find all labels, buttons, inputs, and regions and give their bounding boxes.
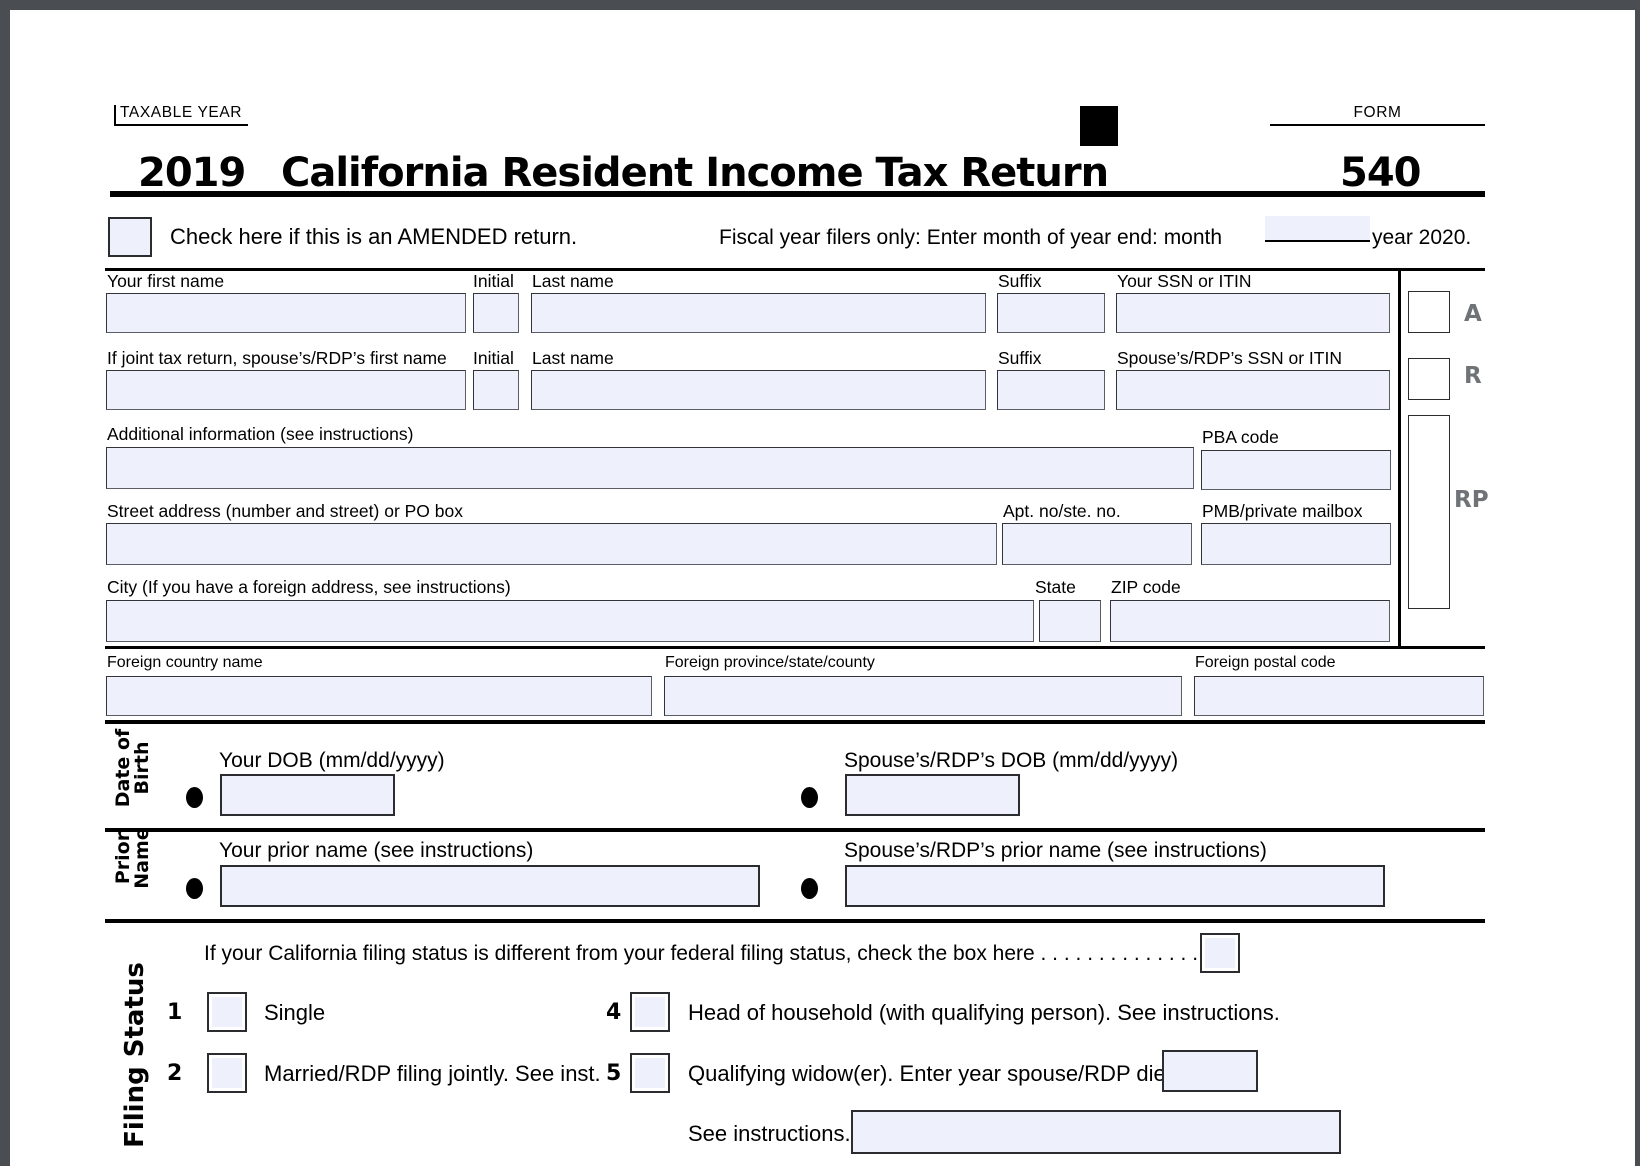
filing-status-extra-input[interactable] <box>851 1110 1341 1154</box>
fiscal-year-label: Fiscal year filers only: Enter month of … <box>719 226 1223 249</box>
your-prior-name-input[interactable] <box>220 865 760 907</box>
fiscal-month-rule <box>1265 240 1370 242</box>
your-initial-label: Initial <box>473 271 514 291</box>
filing-status-label-single: Single <box>264 1000 326 1025</box>
pmb-input[interactable] <box>1201 523 1391 565</box>
filing-status-label-married-jointly: Married/RDP filing jointly. See inst. <box>264 1061 601 1086</box>
qualifying-widow-year-input[interactable] <box>1162 1050 1258 1092</box>
filing-status-side-label: Filing Status <box>120 962 150 1148</box>
spouse-dob-bullet <box>801 787 818 808</box>
spouse-initial-label: Initial <box>473 348 514 368</box>
state-label: State <box>1035 577 1076 597</box>
spouse-suffix-input[interactable] <box>997 370 1105 410</box>
arp-rp-checkbox[interactable] <box>1408 415 1450 609</box>
zip-code-input[interactable] <box>1110 600 1390 642</box>
pmb-label: PMB/private mailbox <box>1202 501 1363 521</box>
spouse-dob-input[interactable] <box>845 774 1020 816</box>
foreign-province-label: Foreign province/state/county <box>665 654 875 671</box>
your-dob-label: Your DOB (mm/dd/yyyy) <box>219 749 445 772</box>
your-first-name-label: Your first name <box>107 271 225 291</box>
city-input[interactable] <box>106 600 1034 642</box>
dob-bottom-rule <box>105 828 1485 832</box>
your-suffix-input[interactable] <box>997 293 1105 333</box>
pba-code-input[interactable] <box>1201 450 1391 490</box>
filing-status-number-2: 2 <box>167 1061 183 1086</box>
state-input[interactable] <box>1039 600 1101 642</box>
filing-status-checkbox-head-of-household[interactable] <box>630 992 670 1032</box>
additional-information-label: Additional information (see instructions… <box>107 424 414 444</box>
foreign-country-label: Foreign country name <box>107 654 263 671</box>
filing-status-checkbox-qualifying-widow[interactable] <box>630 1053 670 1093</box>
prior-name-bottom-rule <box>105 919 1485 923</box>
your-last-name-label: Last name <box>532 271 614 291</box>
pba-code-label: PBA code <box>1202 427 1279 447</box>
your-initial-input[interactable] <box>473 293 519 333</box>
foreign-province-input[interactable] <box>664 676 1182 716</box>
your-ssn-label: Your SSN or ITIN <box>1117 271 1252 291</box>
amended-return-checkbox[interactable] <box>108 217 152 257</box>
arp-rp-letter: RP <box>1454 487 1489 513</box>
spouse-prior-name-bullet <box>801 878 818 899</box>
tax-year: 2019 <box>138 150 246 196</box>
form-label: FORM <box>1270 105 1485 126</box>
filing-status-label-head-of-household: Head of household (with qualifying perso… <box>688 1000 1280 1025</box>
spouse-first-name-label: If joint tax return, spouse’s/RDP’s firs… <box>107 348 447 368</box>
spouse-first-name-input[interactable] <box>106 370 466 410</box>
arp-column-divider <box>1398 268 1401 649</box>
spouse-last-name-label: Last name <box>532 348 614 368</box>
different-filing-status-label: If your California filing status is diff… <box>204 942 1199 965</box>
nameblock-bottom-rule <box>105 646 1485 649</box>
additional-information-input[interactable] <box>106 447 1194 489</box>
scanline-marker-block <box>1080 106 1118 146</box>
different-filing-status-checkbox[interactable] <box>1200 933 1240 973</box>
your-first-name-input[interactable] <box>106 293 466 333</box>
your-dob-bullet <box>186 787 203 808</box>
your-last-name-input[interactable] <box>531 293 986 333</box>
apt-number-label: Apt. no/ste. no. <box>1003 501 1121 521</box>
filing-status-checkbox-single[interactable] <box>207 992 247 1032</box>
spouse-ssn-label: Spouse’s/RDP’s SSN or ITIN <box>1117 348 1342 368</box>
your-dob-input[interactable] <box>220 774 395 816</box>
page-title: California Resident Income Tax Return <box>281 150 1109 196</box>
filing-status-checkbox-married-jointly[interactable] <box>207 1053 247 1093</box>
spouse-initial-input[interactable] <box>473 370 519 410</box>
city-label: City (If you have a foreign address, see… <box>107 577 511 597</box>
spouse-suffix-label: Suffix <box>998 348 1042 368</box>
foreign-country-input[interactable] <box>106 676 652 716</box>
zip-code-label: ZIP code <box>1111 577 1181 597</box>
spouse-dob-label: Spouse’s/RDP’s DOB (mm/dd/yyyy) <box>844 749 1179 772</box>
your-suffix-label: Suffix <box>998 271 1042 291</box>
date-of-birth-side-label: Date of Birth <box>112 728 154 808</box>
foreign-postal-label: Foreign postal code <box>1195 654 1336 671</box>
your-prior-name-label: Your prior name (see instructions) <box>219 839 534 862</box>
foreign-postal-input[interactable] <box>1194 676 1484 716</box>
spouse-ssn-input[interactable] <box>1116 370 1390 410</box>
filing-status-label-see-instructions: See instructions. <box>688 1121 851 1146</box>
arp-r-checkbox[interactable] <box>1408 358 1450 400</box>
apt-number-input[interactable] <box>1002 523 1192 565</box>
prior-name-side-label: Prior Name <box>112 827 154 889</box>
spouse-last-name-input[interactable] <box>531 370 986 410</box>
filing-status-number-5: 5 <box>606 1061 622 1086</box>
taxable-year-label: TAXABLE YEAR <box>114 105 249 126</box>
fiscal-month-input[interactable] <box>1265 216 1370 240</box>
form-page: TAXABLE YEAR FORM 2019 California Reside… <box>10 10 1635 1166</box>
filing-status-number-4: 4 <box>606 1000 622 1025</box>
spouse-prior-name-input[interactable] <box>845 865 1385 907</box>
filing-status-label-qualifying-widow: Qualifying widow(er). Enter year spouse/… <box>688 1061 1185 1086</box>
arp-a-letter: A <box>1464 301 1482 327</box>
filing-status-number-1: 1 <box>167 1000 183 1025</box>
form-number: 540 <box>1340 150 1421 196</box>
nameblock-top-rule <box>105 268 1485 271</box>
arp-r-letter: R <box>1464 363 1482 389</box>
fiscal-year-tail: year 2020. <box>1372 226 1472 249</box>
arp-a-checkbox[interactable] <box>1408 291 1450 333</box>
your-prior-name-bullet <box>186 878 203 899</box>
spouse-prior-name-label: Spouse’s/RDP’s prior name (see instructi… <box>844 839 1267 862</box>
street-address-input[interactable] <box>106 523 997 565</box>
street-address-label: Street address (number and street) or PO… <box>107 501 463 521</box>
amended-return-label: Check here if this is an AMENDED return. <box>170 224 578 249</box>
foreign-row-bottom-rule <box>105 720 1485 724</box>
your-ssn-input[interactable] <box>1116 293 1390 333</box>
